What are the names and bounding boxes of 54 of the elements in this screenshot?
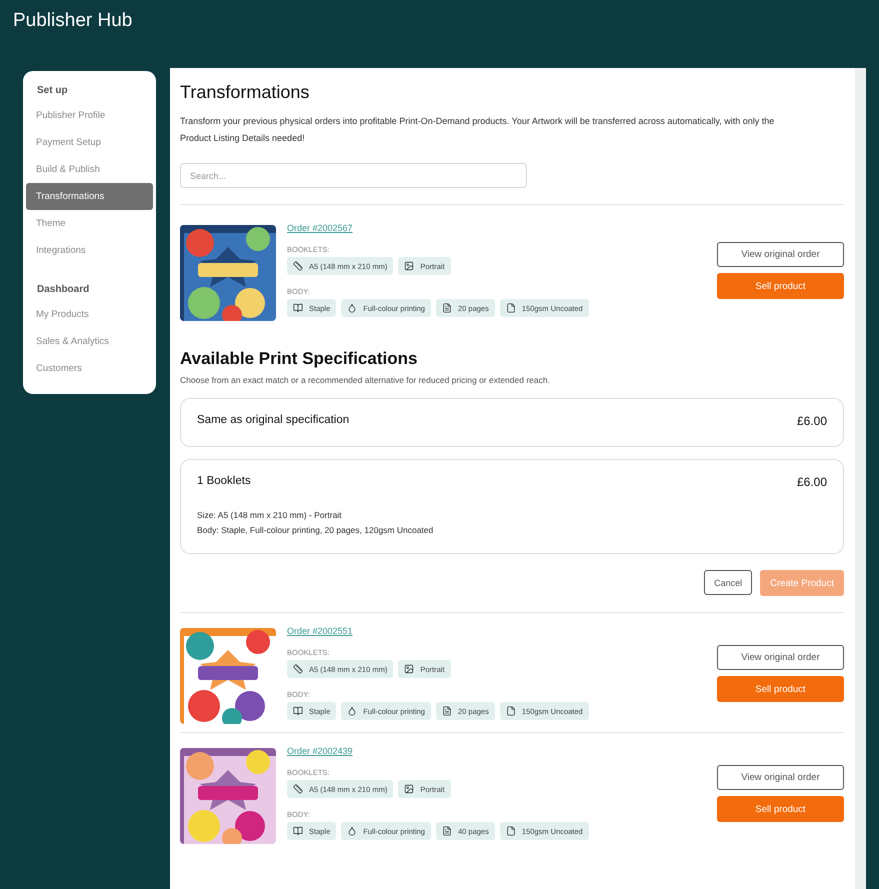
- page-icon: [506, 706, 516, 716]
- page-icon: [506, 303, 516, 313]
- sidebar-item[interactable]: Theme: [26, 210, 153, 237]
- sidebar-item[interactable]: Customers: [26, 355, 153, 382]
- sidebar-item[interactable]: Publisher Profile: [26, 102, 153, 129]
- intro-text: Transform your previous physical orders into profitable Print-On-Demand products. Your Artwork will be transferred across automatically, with only the Product Listing Details needed!: [180, 115, 776, 145]
- sidebar-item[interactable]: Transformations: [26, 183, 153, 210]
- option-price: £6.00: [796, 414, 827, 428]
- page-title: Transformations: [180, 82, 310, 103]
- document-icon: [442, 303, 452, 313]
- section-subtitle: Choose from an exact match or a recommended alternative for reduced pricing or extended reach.: [180, 375, 551, 385]
- sidebar-item[interactable]: Sales & Analytics: [26, 328, 153, 355]
- view-order-button[interactable]: View original order: [717, 765, 844, 790]
- order-link[interactable]: Order #2002439: [287, 746, 353, 756]
- sidebar-item[interactable]: My Products: [26, 301, 153, 328]
- ruler-icon: [293, 784, 303, 794]
- view-order-button[interactable]: View original order: [717, 645, 844, 670]
- droplet-icon: [347, 826, 358, 836]
- image-icon: [404, 261, 414, 271]
- app-title: Publisher Hub: [13, 10, 132, 32]
- book-icon: [293, 303, 303, 313]
- sidebar-item[interactable]: Payment Setup: [26, 129, 153, 156]
- option-name: 1 Booklets: [197, 475, 251, 489]
- document-icon: [442, 826, 452, 836]
- book-icon: [293, 826, 303, 836]
- view-order-button[interactable]: View original order: [717, 242, 844, 267]
- option-detail: Body: Staple, Full-colour printing, 20 pages, 120gsm Uncoated: [197, 525, 434, 535]
- ruler-icon: [293, 664, 303, 674]
- sidebar-item[interactable]: Integrations: [26, 237, 153, 264]
- image-icon: [404, 664, 414, 674]
- section-title: Available Print Specifications: [180, 349, 418, 369]
- sell-product-button[interactable]: Sell product: [717, 273, 844, 299]
- scrollbar[interactable]: [855, 68, 866, 889]
- sell-product-button[interactable]: Sell product: [717, 796, 844, 822]
- book-icon: [293, 706, 303, 716]
- specification-option[interactable]: 1 Booklets £6.00 Size: A5 (148 mm x 210 mm) - Portrait Body: Staple, Full-colour printing, 20 pages, 120gsm Uncoated: [180, 459, 844, 554]
- ruler-icon: [293, 261, 303, 271]
- search-field[interactable]: Search...: [180, 163, 527, 188]
- droplet-icon: [347, 303, 358, 313]
- sidebar-heading: Dashboard: [36, 283, 90, 297]
- sidebar-heading: Set up: [36, 84, 69, 98]
- page-icon: [506, 826, 516, 836]
- sell-product-button[interactable]: Sell product: [717, 676, 844, 702]
- option-price: £6.00: [796, 475, 827, 489]
- option-name: Same as original specification: [197, 414, 350, 428]
- sidebar-item[interactable]: Build & Publish: [26, 156, 153, 183]
- order-link[interactable]: Order #2002551: [287, 626, 353, 636]
- droplet-icon: [347, 706, 358, 716]
- specification-option[interactable]: Same as original specification £6.00: [180, 398, 844, 447]
- image-icon: [404, 784, 414, 794]
- document-icon: [442, 706, 452, 716]
- cancel-button[interactable]: Cancel: [704, 570, 752, 595]
- option-detail: Size: A5 (148 mm x 210 mm) - Portrait: [197, 510, 343, 520]
- order-link[interactable]: Order #2002567: [287, 223, 353, 233]
